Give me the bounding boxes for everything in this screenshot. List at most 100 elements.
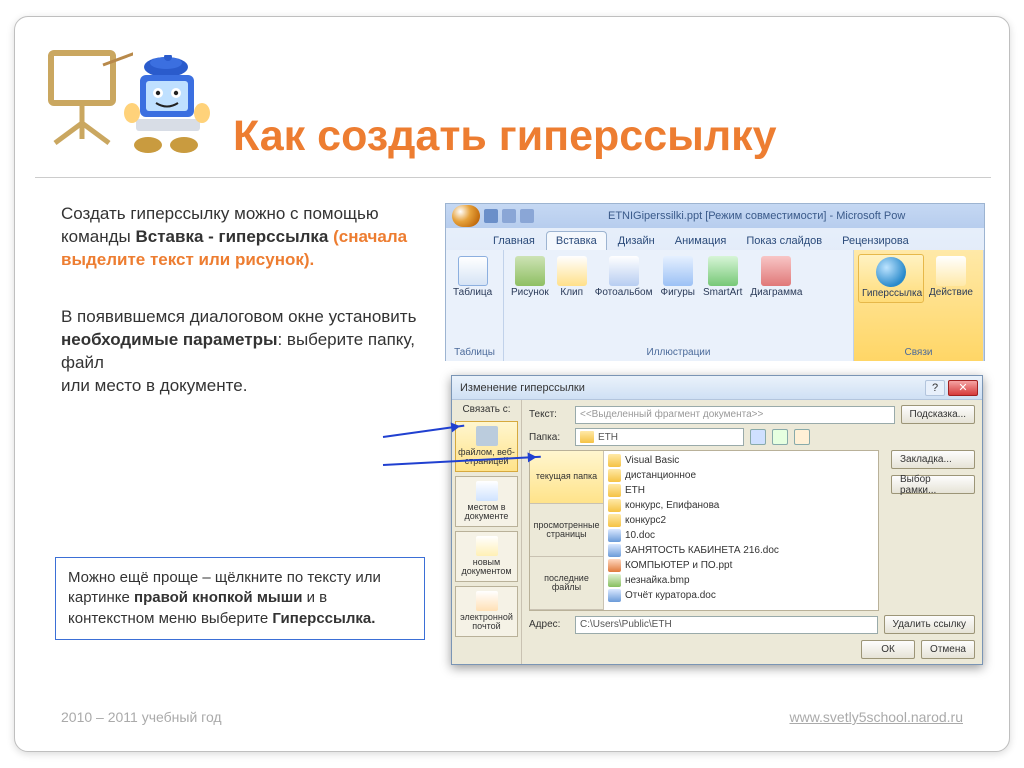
title-divider (35, 177, 991, 178)
slide: Как создать гиперссылку Создать гиперссы… (14, 16, 1010, 752)
up-folder-icon[interactable] (750, 429, 766, 445)
close-button[interactable]: ✕ (948, 380, 978, 396)
link-to-panel: Связать с: файлом, веб-страницей местом … (452, 400, 522, 664)
file-name: дистанционное (625, 470, 696, 481)
browse-file-icon[interactable] (794, 429, 810, 445)
doc-icon (608, 589, 621, 602)
folder-combo[interactable]: ETH (575, 428, 744, 446)
table-icon (458, 256, 488, 286)
bookmark-button[interactable]: Закладка... (891, 450, 975, 469)
lookin-browsed[interactable]: просмотренные страницы (530, 504, 603, 557)
new-doc-icon (476, 536, 498, 556)
text-label: Текст: (529, 409, 569, 420)
file-browser: текущая папка просмотренные страницы пос… (529, 450, 879, 611)
file-name: 10.doc (625, 530, 655, 541)
file-name: ЗАНЯТОСТЬ КАБИНЕТА 216.doc (625, 545, 779, 556)
folder-label: Папка: (529, 432, 569, 443)
tab-home[interactable]: Главная (484, 232, 544, 250)
list-item[interactable]: Visual Basic (608, 453, 874, 468)
clip-icon (557, 256, 587, 286)
browse-web-icon[interactable] (772, 429, 788, 445)
ribbon-groups: Таблица Таблицы Рисунок Клип Фотоальбом … (446, 250, 984, 361)
address-label: Адрес: (529, 619, 569, 630)
cancel-button[interactable]: Отмена (921, 640, 975, 659)
list-item[interactable]: незнайка.bmp (608, 573, 874, 588)
btn-action[interactable]: Действие (926, 254, 976, 303)
t: В появившемся диалоговом окне установить (61, 307, 416, 326)
tab-review[interactable]: Рецензирова (833, 232, 918, 250)
linkto-place-in-doc[interactable]: местом в документе (455, 476, 518, 527)
hyperlink-dialog: Изменение гиперссылки ? ✕ Связать с: фай… (451, 375, 983, 665)
dialog-titlebar: Изменение гиперссылки ? ✕ (452, 376, 982, 400)
list-item[interactable]: Отчёт куратора.doc (608, 588, 874, 603)
group-label: Связи (858, 346, 979, 359)
group-illustrations: Рисунок Клип Фотоальбом Фигуры SmartArt … (504, 250, 854, 361)
linkto-email[interactable]: электронной почтой (455, 586, 518, 637)
globe-file-icon (476, 426, 498, 446)
fold-icon (608, 484, 621, 497)
file-list[interactable]: Visual Basic дистанционное ETH конкурс, Епи… (604, 451, 878, 610)
mail-icon (476, 591, 498, 611)
list-item[interactable]: ETH (608, 483, 874, 498)
body-text: Создать гиперссылку можно с помощью кома… (61, 203, 421, 398)
ribbon-tabs: Главная Вставка Дизайн Анимация Показ сл… (446, 228, 984, 250)
file-name: КОМПЬЮТЕР и ПО.ppt (625, 560, 732, 571)
frame-button[interactable]: Выбор рамки... (891, 475, 975, 494)
ok-button[interactable]: ОК (861, 640, 915, 659)
btn-hyperlink[interactable]: Гиперссылка (858, 254, 924, 303)
tab-slideshow[interactable]: Показ слайдов (737, 232, 831, 250)
tab-insert[interactable]: Вставка (546, 231, 607, 250)
fold-icon (608, 454, 621, 467)
fold-icon (608, 514, 621, 527)
picture-icon (515, 256, 545, 286)
office-button[interactable] (452, 205, 480, 227)
redo-icon[interactable] (520, 209, 534, 223)
tooltip-button[interactable]: Подсказка... (901, 405, 975, 424)
group-tables: Таблица Таблицы (446, 250, 504, 361)
linkto-new-doc[interactable]: новым документом (455, 531, 518, 582)
tab-design[interactable]: Дизайн (609, 232, 664, 250)
dialog-title: Изменение гиперссылки (460, 382, 585, 394)
smartart-icon (708, 256, 738, 286)
dialog-main: Текст: <<Выделенный фрагмент документа>>… (522, 400, 982, 664)
btn-shapes[interactable]: Фигуры (657, 254, 697, 301)
fold-icon (608, 469, 621, 482)
list-item[interactable]: конкурс2 (608, 513, 874, 528)
help-button[interactable]: ? (925, 380, 945, 396)
list-item[interactable]: ЗАНЯТОСТЬ КАБИНЕТА 216.doc (608, 543, 874, 558)
doc-icon (608, 529, 621, 542)
list-item[interactable]: КОМПЬЮТЕР и ПО.ppt (608, 558, 874, 573)
list-item[interactable]: дистанционное (608, 468, 874, 483)
list-item[interactable]: конкурс, Епифанова (608, 498, 874, 513)
group-links: Гиперссылка Действие Связи (854, 250, 984, 361)
remove-link-button[interactable]: Удалить ссылку (884, 615, 975, 634)
btn-table[interactable]: Таблица (450, 254, 495, 301)
file-name: Отчёт куратора.doc (625, 590, 716, 601)
t: Гиперссылка. (272, 610, 375, 627)
btn-picture[interactable]: Рисунок (508, 254, 552, 301)
ppt-icon (608, 559, 621, 572)
clipart-teacher-computer (43, 37, 213, 157)
undo-icon[interactable] (502, 209, 516, 223)
doc-place-icon (476, 481, 498, 501)
window-title: ETNIGiperssilki.ppt [Режим совместимости… (608, 210, 905, 222)
tab-animation[interactable]: Анимация (666, 232, 736, 250)
btn-smartart[interactable]: SmartArt (700, 254, 745, 301)
shapes-icon (663, 256, 693, 286)
note-box: Можно ещё проще – щёлкните по тексту или… (55, 557, 425, 640)
hyperlink-icon (876, 257, 906, 287)
doc-icon (608, 544, 621, 557)
btn-chart[interactable]: Диаграмма (747, 254, 805, 301)
list-item[interactable]: 10.doc (608, 528, 874, 543)
t: Вставка - гиперссылка (135, 227, 328, 246)
t: или место в документе. (61, 376, 247, 395)
footer-url[interactable]: www.svetly5school.narod.ru (789, 709, 963, 725)
address-input[interactable]: C:\Users\Public\ETH (575, 616, 878, 634)
save-icon[interactable] (484, 209, 498, 223)
t: правой кнопкой мыши (134, 589, 302, 606)
text-input[interactable]: <<Выделенный фрагмент документа>> (575, 406, 895, 424)
btn-photoalbum[interactable]: Фотоальбом (592, 254, 656, 301)
lookin-recent[interactable]: последние файлы (530, 557, 603, 610)
file-name: конкурс, Епифанова (625, 500, 719, 511)
btn-clip[interactable]: Клип (554, 254, 590, 301)
